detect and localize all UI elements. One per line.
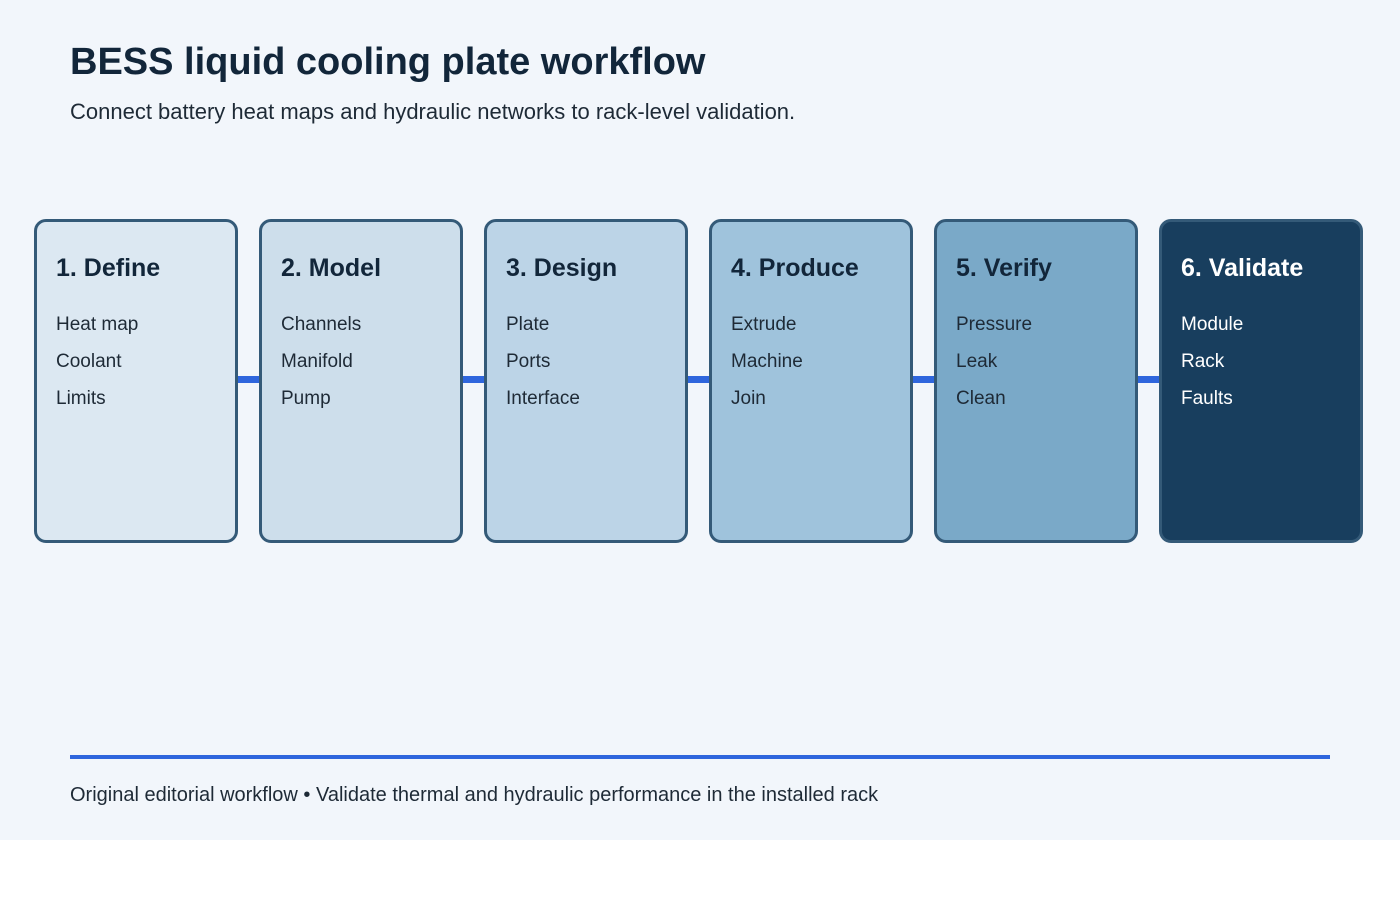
step-item: Module <box>1181 314 1244 335</box>
step-item: Extrude <box>731 314 797 335</box>
step-card-produce: 4. Produce Extrude Machine Join <box>709 219 913 543</box>
step-card-verify: 5. Verify Pressure Leak Clean <box>934 219 1138 543</box>
step-title: 2. Model <box>281 254 382 282</box>
step-item: Clean <box>956 388 1006 409</box>
step-item: Faults <box>1181 388 1233 409</box>
step-item: Heat map <box>56 314 139 335</box>
step-item: Pump <box>281 388 331 409</box>
step-item: Limits <box>56 388 106 409</box>
step-card-validate: 6. Validate Module Rack Faults <box>1159 219 1363 543</box>
step-title: 5. Verify <box>956 254 1052 282</box>
step-item: Pressure <box>956 314 1033 335</box>
step-title: 1. Define <box>56 254 161 282</box>
diagram-canvas: BESS liquid cooling plate workflow Conne… <box>0 0 1400 840</box>
step-title: 3. Design <box>506 254 618 282</box>
step-card-design: 3. Design Plate Ports Interface <box>484 219 688 543</box>
step-title: 4. Produce <box>731 254 859 282</box>
step-card-define: 1. Define Heat map Coolant Limits <box>34 219 238 543</box>
step-title: 6. Validate <box>1181 254 1304 282</box>
step-item: Interface <box>506 388 580 409</box>
step-item: Rack <box>1181 351 1225 372</box>
step-item: Machine <box>731 351 803 372</box>
page-subtitle: Connect battery heat maps and hydraulic … <box>70 99 796 124</box>
step-item: Join <box>731 388 766 409</box>
step-item: Ports <box>506 351 551 372</box>
step-item: Leak <box>956 351 998 372</box>
step-item: Channels <box>281 314 362 335</box>
step-item: Coolant <box>56 351 122 372</box>
step-item: Plate <box>506 314 550 335</box>
step-item: Manifold <box>281 351 353 372</box>
footer-note: Original editorial workflow • Validate t… <box>70 784 879 806</box>
step-card-model: 2. Model Channels Manifold Pump <box>259 219 463 543</box>
footer-divider <box>70 755 1330 759</box>
page-title: BESS liquid cooling plate workflow <box>70 41 706 83</box>
